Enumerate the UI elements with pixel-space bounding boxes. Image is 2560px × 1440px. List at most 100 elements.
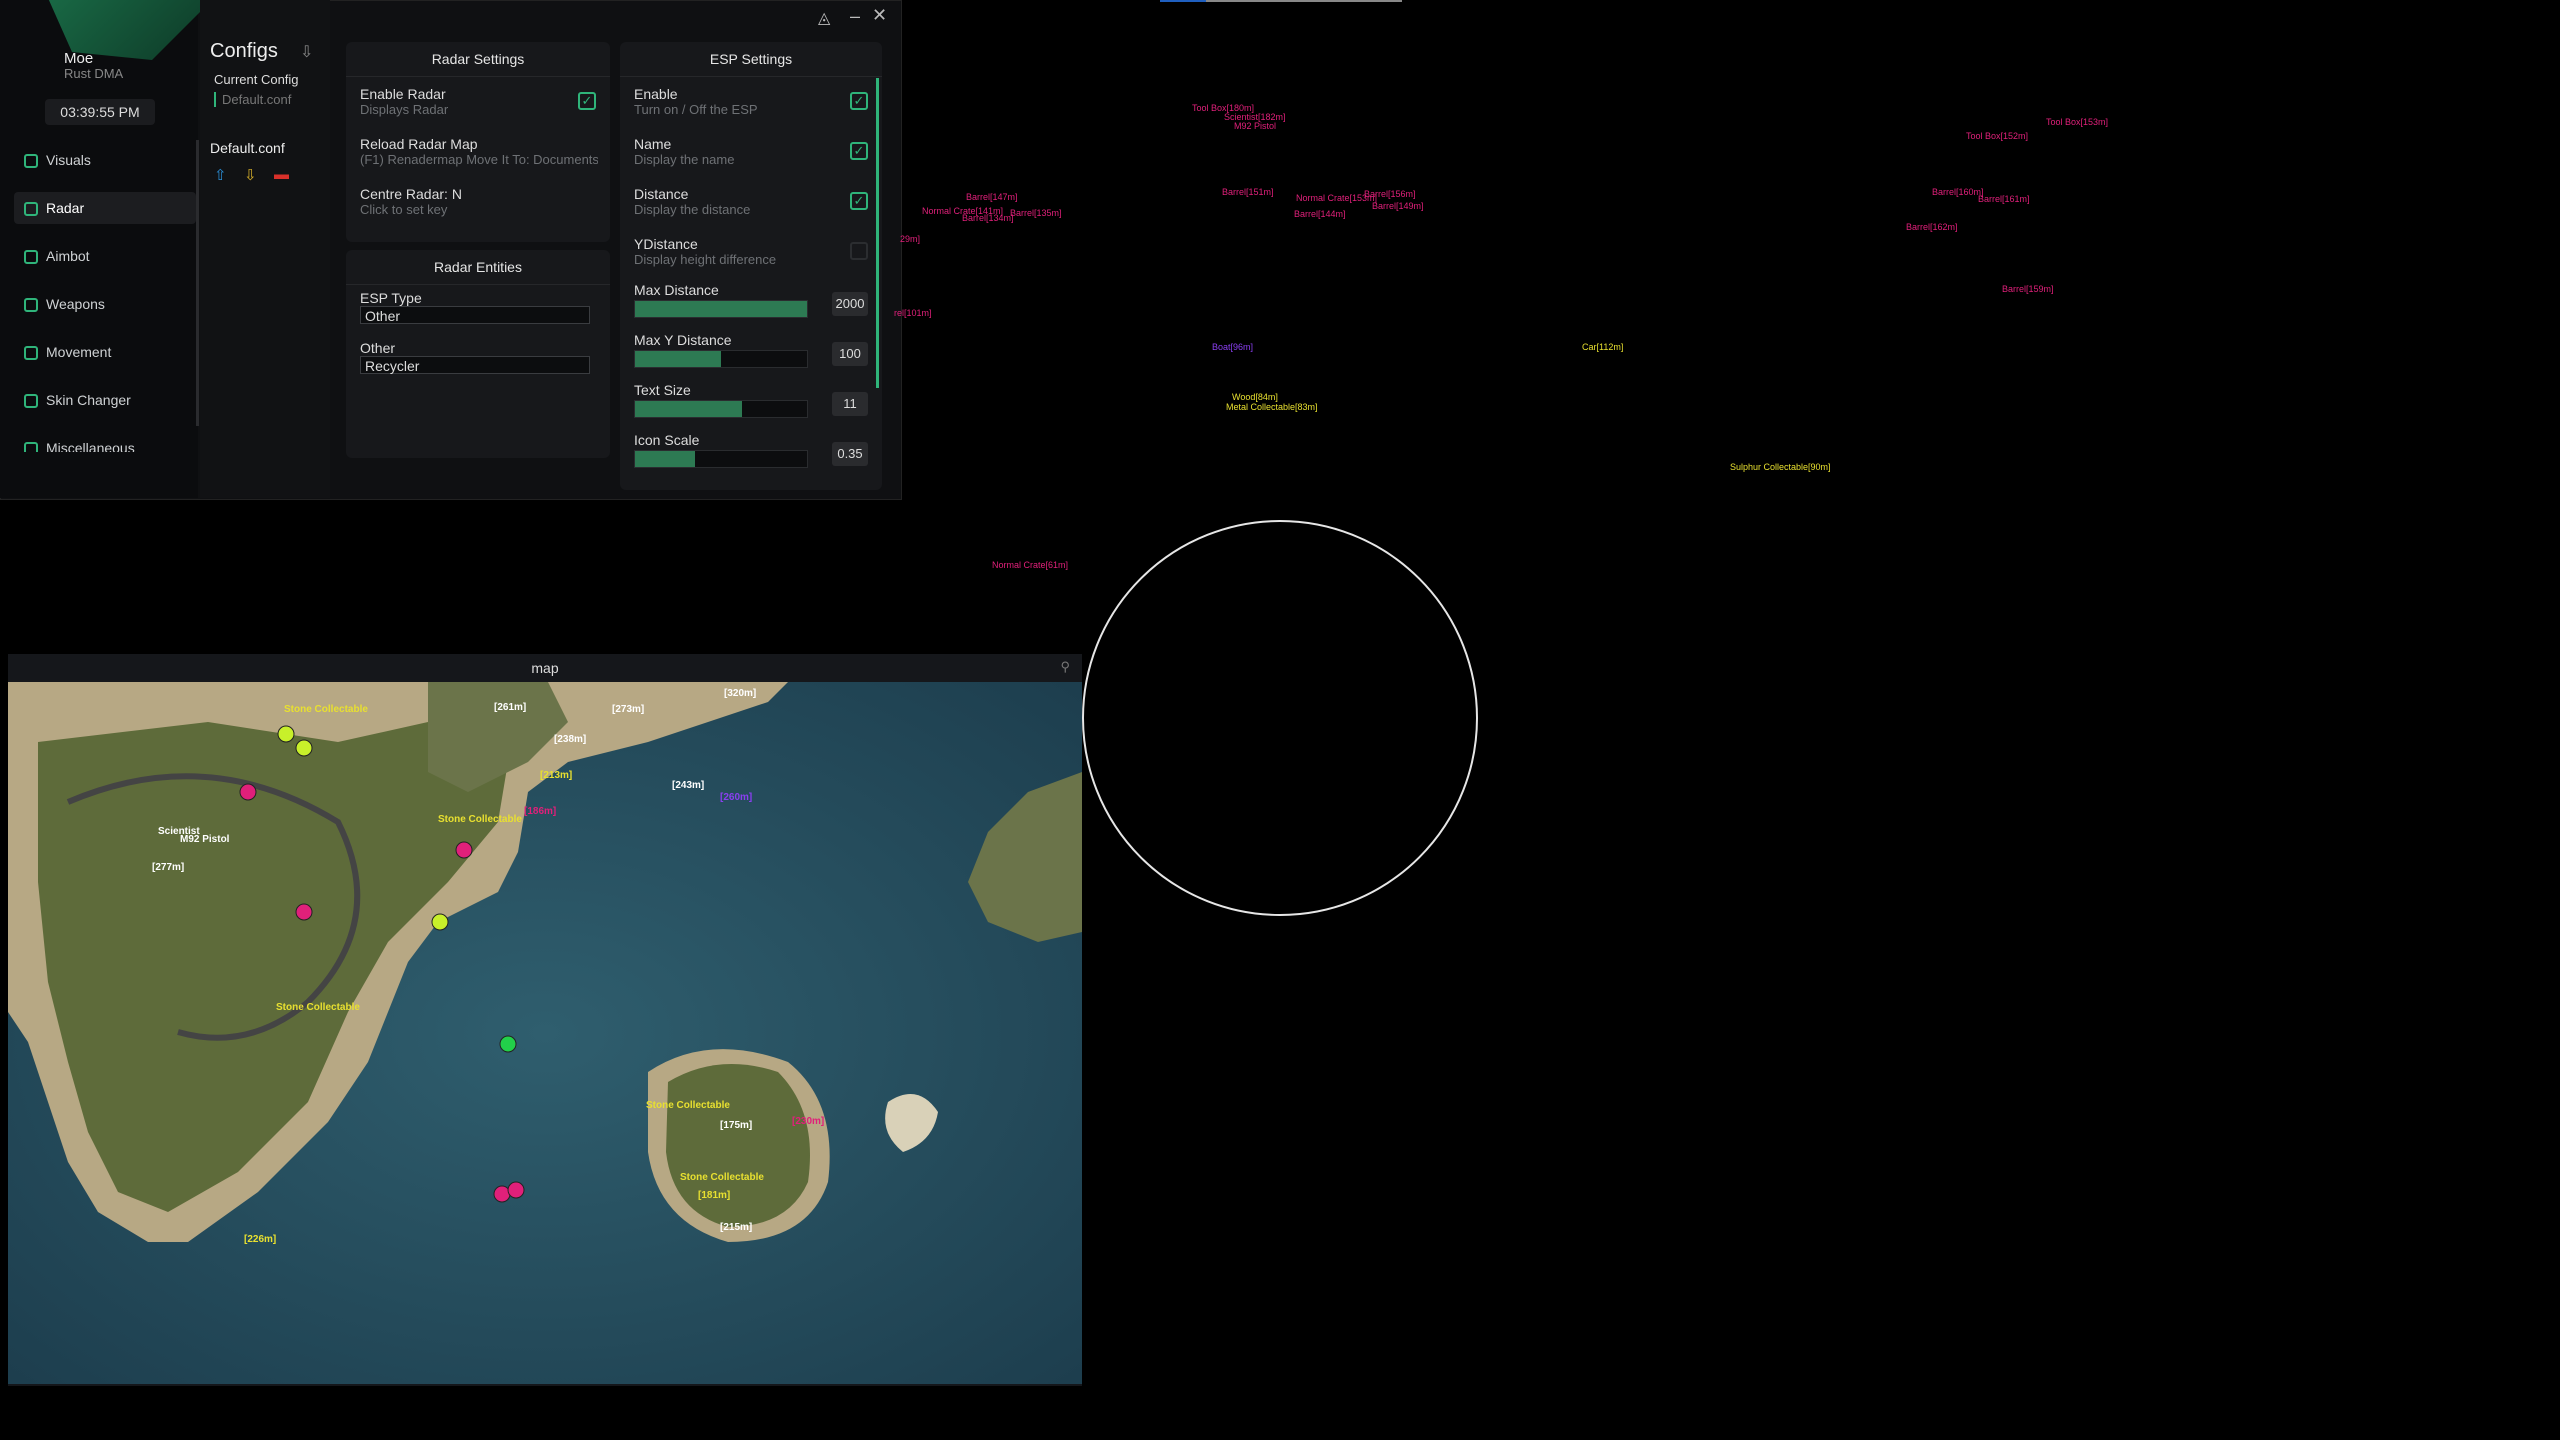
reload-radar-map-row[interactable]: Reload Radar Map (F1) Renadermap Move It… [360, 132, 598, 176]
east-island-grass [666, 1064, 810, 1227]
map-entity-label: [215m] [720, 1222, 752, 1233]
esp-entity-label: Car[112m] [1582, 342, 1624, 352]
map-entity-label: [230m] [792, 1116, 824, 1127]
map-marker [239, 783, 257, 801]
max-y-distance-row[interactable]: Max Y Distance 100 [634, 328, 868, 372]
map-entity-label: Stone Collectable [276, 1002, 360, 1013]
esp-enable-row[interactable]: Enable Turn on / Off the ESP ✓ [634, 82, 868, 126]
text-size-slider[interactable] [634, 400, 808, 418]
pin-icon[interactable]: ⚲ [1060, 659, 1070, 675]
sidebar-item-radar[interactable]: Radar [14, 192, 196, 224]
map-entity-label: Stone Collectable [438, 814, 522, 825]
map-marker [277, 725, 295, 743]
esp-entity-label: Barrel[135m] [1010, 208, 1062, 218]
text-size-row[interactable]: Text Size 11 [634, 378, 868, 422]
esp-entity-label: Barrel[160m] [1932, 187, 1984, 197]
icon-scale-label: Icon Scale [634, 432, 700, 448]
max-distance-slider[interactable] [634, 300, 808, 318]
map-entity-label: M92 Pistol [180, 834, 230, 845]
current-config-value: Default.conf [214, 92, 291, 107]
minimize-button[interactable]: – [850, 6, 860, 27]
esp-distance-checkbox[interactable]: ✓ [850, 192, 868, 210]
esp-entity-label: Barrel[161m] [1978, 194, 2030, 204]
max-y-distance-label: Max Y Distance [634, 332, 732, 348]
reload-radar-map-desc: (F1) Renadermap Move It To: Documents [360, 152, 598, 167]
download-config-icon[interactable]: ⇩ [244, 166, 257, 184]
esp-ydistance-row[interactable]: YDistance Display height difference [634, 232, 868, 276]
map-entity-label: [320m] [724, 688, 756, 699]
esp-name-row[interactable]: Name Display the name ✓ [634, 132, 868, 176]
esp-distance-label: Distance [634, 186, 689, 202]
text-size-value[interactable]: 11 [832, 392, 868, 416]
map-marker [499, 1035, 517, 1053]
enable-radar-checkbox[interactable]: ✓ [578, 92, 596, 110]
radar-settings-panel: Radar Settings Enable Radar Displays Rad… [346, 42, 610, 242]
map-entity-label: [277m] [152, 862, 184, 873]
esp-enable-desc: Turn on / Off the ESP [634, 102, 758, 117]
close-button[interactable]: ✕ [872, 5, 887, 26]
esp-name-desc: Display the name [634, 152, 735, 167]
radar-entities-panel: Radar Entities ESP Type Other Other Recy… [346, 250, 610, 458]
delete-config-icon[interactable]: ▬ [274, 166, 289, 183]
esp-type-select[interactable]: Other [360, 306, 590, 324]
sidebar-item-movement[interactable]: Movement [14, 336, 196, 368]
esp-entity-label: Sulphur Collectable[90m] [1730, 462, 1831, 472]
centre-radar-keybind-row[interactable]: Centre Radar: N Click to set key [360, 182, 596, 226]
icon-scale-row[interactable]: Icon Scale 0.35 [634, 428, 868, 472]
notification-bell-icon[interactable]: ◬ [818, 8, 830, 28]
centre-radar-label: Centre Radar: N [360, 186, 462, 202]
sidebar-item-weapons[interactable]: Weapons [14, 288, 196, 320]
upload-config-icon[interactable]: ⇧ [214, 166, 227, 184]
map-entity-label: [273m] [612, 704, 644, 715]
radar-entities-title: Radar Entities [346, 250, 610, 285]
esp-entity-label: Barrel[156m] [1364, 189, 1416, 199]
esp-ydistance-desc: Display height difference [634, 252, 777, 267]
map-entity-label: [213m] [540, 770, 572, 781]
sidebar-scrollbar[interactable] [196, 140, 199, 426]
reload-radar-map-label: Reload Radar Map [360, 136, 478, 152]
product-name: Rust DMA [64, 66, 124, 81]
shirt-icon [24, 394, 38, 409]
sidebar-item-visuals[interactable]: Visuals [14, 144, 196, 176]
esp-entity-label: Barrel[159m] [2002, 284, 2054, 294]
sidebar-item-skin-changer[interactable]: Skin Changer [14, 384, 196, 416]
esp-entity-label: Tool Box[152m] [1966, 131, 2029, 141]
esp-ydistance-checkbox[interactable] [850, 242, 868, 260]
esp-distance-row[interactable]: Distance Display the distance ✓ [634, 182, 868, 226]
max-distance-slider-fill [635, 301, 807, 317]
icon-scale-value[interactable]: 0.35 [832, 442, 868, 466]
enable-radar-label: Enable Radar [360, 86, 446, 102]
map-marker [493, 1185, 511, 1203]
misc-icon [24, 442, 38, 452]
max-distance-row[interactable]: Max Distance 2000 [634, 278, 868, 322]
esp-entity-label: Barrel[149m] [1372, 201, 1424, 211]
esp-entity-label: Metal Collectable[83m] [1226, 402, 1318, 412]
esp-entity-label: Barrel[134m] [962, 213, 1014, 223]
map-entity-label: Stone Collectable [680, 1172, 764, 1183]
esp-name-label: Name [634, 136, 672, 152]
enable-radar-row[interactable]: Enable Radar Displays Radar ✓ [360, 82, 596, 126]
enable-radar-desc: Displays Radar [360, 102, 449, 117]
max-distance-value[interactable]: 2000 [832, 292, 868, 316]
max-y-distance-value[interactable]: 100 [832, 342, 868, 366]
config-list-item[interactable]: Default.conf [210, 140, 285, 156]
sidebar-item-aimbot[interactable]: Aimbot [14, 240, 196, 272]
icon-scale-slider[interactable] [634, 450, 808, 468]
esp-entity-label: 29m] [900, 234, 921, 244]
esp-ydistance-label: YDistance [634, 236, 698, 252]
sidebar-item-miscellaneous[interactable]: Miscellaneous [14, 432, 196, 452]
map-entity-label: [175m] [720, 1120, 752, 1131]
max-y-distance-slider[interactable] [634, 350, 808, 368]
save-config-icon[interactable]: ⇩ [300, 42, 313, 62]
map-title[interactable]: map [8, 654, 1082, 683]
radar-map[interactable]: Stone Collectable [261m] [273m] [320m] [238m… [8, 682, 1082, 1384]
esp-name-checkbox[interactable]: ✓ [850, 142, 868, 160]
esp-scrollbar[interactable] [876, 78, 879, 388]
other-select[interactable]: Recycler [360, 356, 590, 374]
map-marker [295, 903, 313, 921]
centre-radar-desc: Click to set key [360, 202, 448, 217]
text-size-label: Text Size [634, 382, 691, 398]
esp-distance-desc: Display the distance [634, 202, 751, 217]
map-window[interactable]: map ⚲ Stone Collectable [261m] [273m] [320m… [8, 654, 1082, 1386]
esp-enable-checkbox[interactable]: ✓ [850, 92, 868, 110]
